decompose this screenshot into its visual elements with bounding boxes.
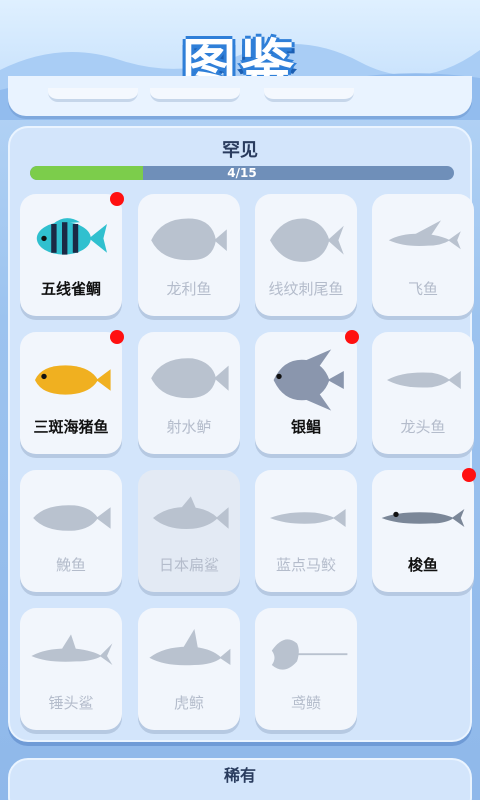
fish-name: 鸢鲼 xyxy=(290,694,321,712)
previous-section-panel xyxy=(8,76,472,116)
fish-name: 蓝点马鲛 xyxy=(275,556,336,574)
fish-card[interactable]: 锤头鲨 xyxy=(20,608,122,730)
new-badge xyxy=(345,330,359,344)
fish-name: 三斑海猪鱼 xyxy=(33,418,109,436)
fish-name: 日本扁鲨 xyxy=(158,556,219,574)
next-section-panel: 稀有 xyxy=(8,758,472,800)
barracuda-icon xyxy=(381,509,465,527)
angelshark-icon xyxy=(153,496,229,530)
croaker-icon xyxy=(33,505,111,531)
fish-card[interactable]: 龙利鱼 xyxy=(138,194,240,316)
fish-card[interactable]: 五线雀鲷 xyxy=(20,192,124,316)
fish-card[interactable]: 日本扁鲨 xyxy=(138,470,240,592)
bombay-duck-icon xyxy=(387,371,461,389)
damselfish-icon xyxy=(36,218,107,255)
fish-card[interactable]: 蓝点马鲛 xyxy=(255,470,357,592)
fish-name: 银鲳 xyxy=(290,418,321,436)
new-badge xyxy=(110,330,124,344)
progress-text: 4/15 xyxy=(227,166,257,180)
wrasse-icon xyxy=(35,365,111,395)
mackerel-icon xyxy=(270,509,346,527)
fish-name: 鮸鱼 xyxy=(55,556,86,574)
fish-card[interactable]: 射水鲈 xyxy=(138,332,240,454)
section-title: 罕见 xyxy=(222,140,258,161)
fish-name: 锤头鲨 xyxy=(48,694,94,712)
fish-card[interactable]: 飞鱼 xyxy=(372,194,474,316)
pomfret-icon xyxy=(273,349,344,411)
new-badge xyxy=(462,468,476,482)
rare-section-panel: 罕见 4/15 五线雀鲷 龙利鱼 线纹刺尾鱼 飞鱼三斑海猪鱼 射水鲈 银鲳 龙头鱼鮸鱼 日本扁… xyxy=(8,126,476,742)
fish-card[interactable]: 龙头鱼 xyxy=(372,332,474,454)
flatfish-icon xyxy=(151,218,227,261)
fish-card[interactable]: 虎鲸 xyxy=(138,608,240,730)
fish-card[interactable]: 梭鱼 xyxy=(372,468,476,592)
fish-name: 五线雀鲷 xyxy=(40,280,101,298)
fish-card[interactable]: 银鲳 xyxy=(255,330,359,454)
fish-name: 龙头鱼 xyxy=(400,418,446,436)
fish-card[interactable]: 鮸鱼 xyxy=(20,470,122,592)
orca-icon xyxy=(149,629,231,666)
surgeonfish-icon xyxy=(270,218,344,262)
flyingfish-icon xyxy=(388,220,461,250)
hammerhead-icon xyxy=(31,634,113,665)
fish-name: 虎鲸 xyxy=(173,694,204,712)
fish-name: 飞鱼 xyxy=(407,280,438,298)
previous-card[interactable] xyxy=(48,88,138,102)
fish-name: 梭鱼 xyxy=(407,556,438,574)
next-section-title: 稀有 xyxy=(223,766,256,785)
collection-progress-bar: 4/15 xyxy=(30,166,454,180)
new-badge xyxy=(110,192,124,206)
fish-card[interactable]: 线纹刺尾鱼 xyxy=(255,194,357,316)
fish-card[interactable]: 三斑海猪鱼 xyxy=(20,330,124,454)
archerfish-icon xyxy=(151,358,229,399)
fish-name: 龙利鱼 xyxy=(166,280,212,298)
previous-card[interactable] xyxy=(264,88,354,102)
previous-card[interactable] xyxy=(150,88,240,102)
eagle-ray-icon xyxy=(271,639,348,670)
fish-name: 射水鲈 xyxy=(166,418,212,436)
fish-card[interactable]: 鸢鲼 xyxy=(255,608,357,730)
fish-name: 线纹刺尾鱼 xyxy=(268,280,344,298)
